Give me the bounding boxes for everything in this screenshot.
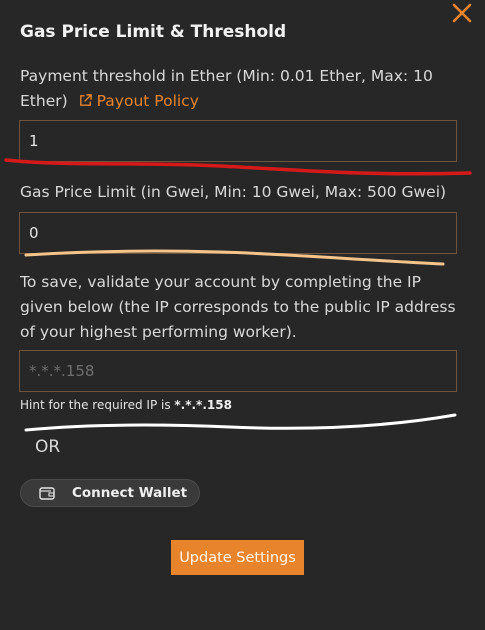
external-link-icon [79,94,92,106]
red-underline-mark [4,158,472,176]
close-icon[interactable] [449,0,475,26]
gas-price-limit-input[interactable] [19,212,457,254]
validation-instructions: To save, validate your account by comple… [20,273,456,341]
or-separator: OR [35,437,61,457]
payout-policy-link[interactable]: Payout Policy [78,92,199,110]
payment-threshold-input[interactable] [19,120,457,162]
ip-validation-input[interactable] [19,350,457,392]
ip-hint-text: Hint for the required IP is [20,398,175,412]
gas-settings-dialog: Gas Price Limit & Threshold Payment thre… [0,0,485,630]
gas-price-limit-label: Gas Price Limit (in Gwei, Min: 10 Gwei, … [20,183,447,201]
connect-wallet-button[interactable]: Connect Wallet [20,479,200,507]
dialog-title: Gas Price Limit & Threshold [20,22,287,42]
ip-hint: Hint for the required IP is *.*.*.158 [20,398,232,412]
wallet-icon [39,486,55,500]
payout-policy-label: Payout Policy [96,92,199,110]
update-settings-button[interactable]: Update Settings [171,540,304,575]
connect-wallet-label: Connect Wallet [72,485,188,501]
ip-hint-value: *.*.*.158 [174,398,232,412]
payment-threshold-label: Payment threshold in Ether (Min: 0.01 Et… [20,64,460,114]
white-underline-mark [24,413,457,432]
